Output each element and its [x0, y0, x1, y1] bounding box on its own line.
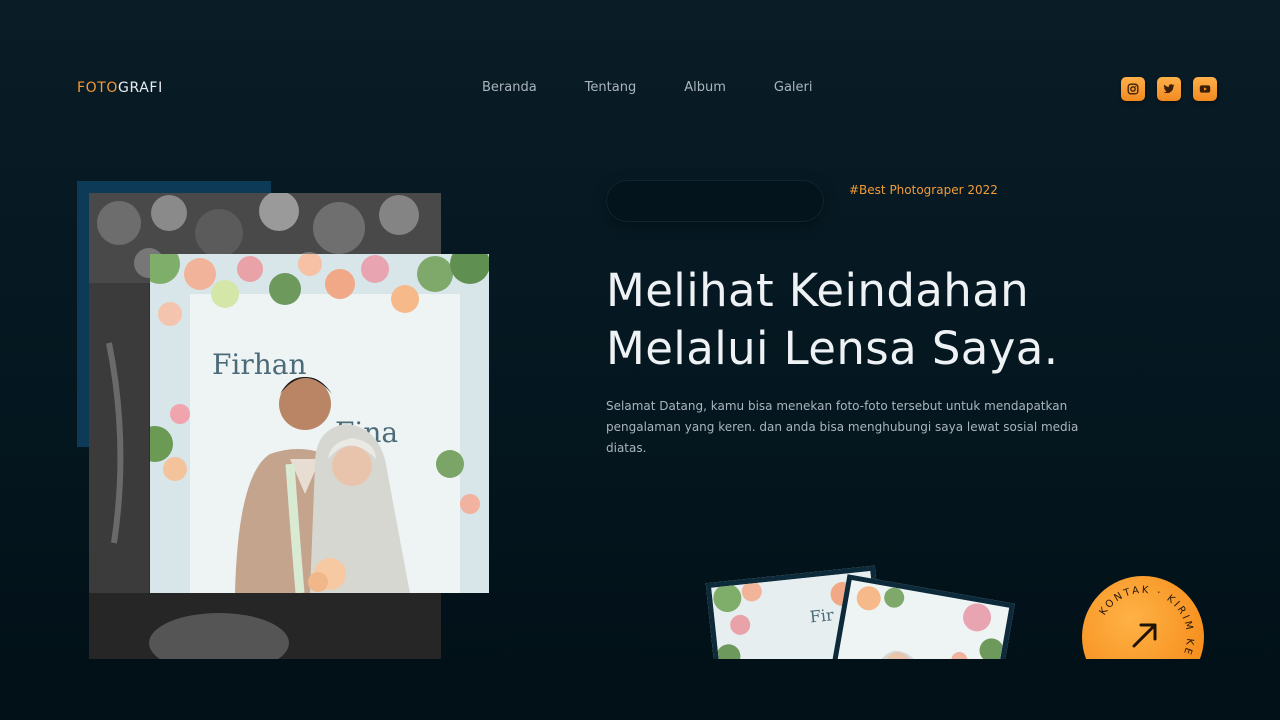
contact-badge-text: KONTAK · KIRIM KE EMAIL ·: [1098, 585, 1195, 659]
social-links: [1121, 77, 1217, 101]
hero-headline-line1: Melihat Keindahan: [606, 264, 1030, 317]
instagram-button[interactable]: [1121, 77, 1145, 101]
logo-accent: FOTO: [77, 80, 119, 96]
mini-photo-2-image: [830, 580, 1010, 659]
svg-text:Fir: Fir: [809, 605, 835, 626]
logo-rest: GRAFI: [118, 80, 163, 96]
youtube-icon: [1199, 85, 1211, 93]
couple-photo[interactable]: Firhan Fina: [150, 254, 489, 593]
nav-item-galeri[interactable]: Galeri: [774, 80, 813, 95]
contact-badge-wrap: KONTAK · KIRIM KE EMAIL ·: [1078, 570, 1208, 659]
youtube-button[interactable]: [1193, 77, 1217, 101]
mini-photo-2[interactable]: [825, 574, 1015, 659]
nav-item-album[interactable]: Album: [684, 80, 726, 95]
photo-name-left: Firhan: [212, 348, 307, 381]
photo-stack: Fir: [690, 540, 1030, 659]
contact-badge[interactable]: KONTAK · KIRIM KE EMAIL ·: [1082, 576, 1204, 659]
nav-item-beranda[interactable]: Beranda: [482, 80, 537, 95]
arrow-up-right-icon: [1132, 623, 1157, 648]
logo[interactable]: FOTOGRAFI: [77, 80, 163, 96]
hero-headline-line2: Melalui Lensa Saya.: [606, 322, 1059, 375]
twitter-icon: [1163, 84, 1175, 94]
nav-item-tentang[interactable]: Tentang: [585, 80, 637, 95]
couple-photo-image: Firhan Fina: [150, 254, 489, 593]
contact-badge-graphic: KONTAK · KIRIM KE EMAIL ·: [1098, 585, 1195, 659]
hero-tag: #Best Photograper 2022: [849, 183, 998, 197]
hero-headline: Melihat Keindahan Melalui Lensa Saya.: [606, 262, 1126, 378]
main-nav: Beranda Tentang Album Galeri: [482, 80, 861, 95]
hero-pill: [606, 180, 824, 222]
twitter-button[interactable]: [1157, 77, 1181, 101]
hero-description: Selamat Datang, kamu bisa menekan foto-f…: [606, 399, 1079, 455]
instagram-icon: [1127, 83, 1139, 95]
